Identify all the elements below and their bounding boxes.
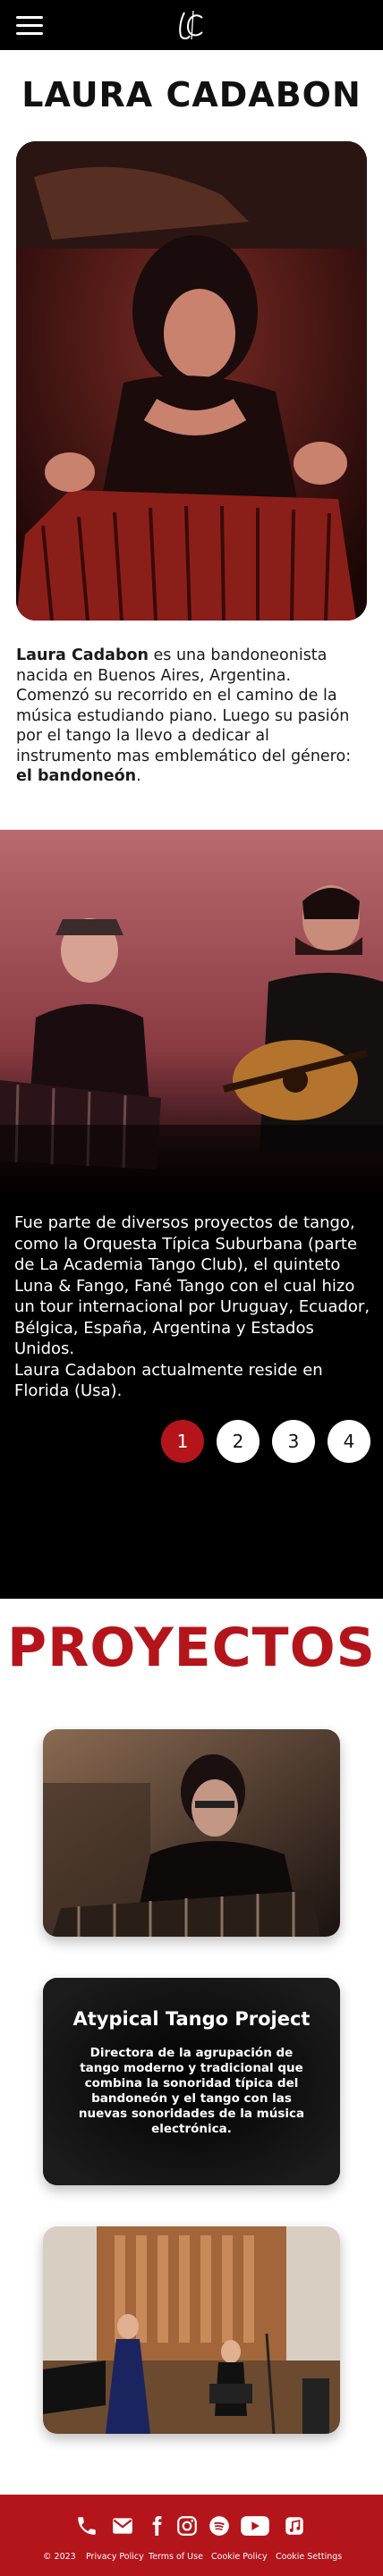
- slider-page-1-button[interactable]: 1: [161, 1420, 204, 1463]
- project-card-portrait[interactable]: [43, 1729, 340, 1937]
- slide-photo-duo: [0, 830, 383, 1196]
- slider-page-3-button[interactable]: 3: [272, 1420, 315, 1463]
- bio-name: Laura Cadabon: [16, 646, 149, 664]
- slide-paragraph-1: Fue parte de diversos proyectos de tango…: [14, 1213, 370, 1358]
- page-title: LAURA CADABON: [21, 75, 362, 114]
- youtube-icon[interactable]: [240, 2514, 270, 2538]
- bio-paragraph: Laura Cadabon es una bandoneonista nacid…: [16, 646, 367, 787]
- cookie-policy-link[interactable]: Cookie Policy: [211, 2552, 268, 2562]
- bio-text-end: .: [136, 767, 141, 785]
- page: LAURA CADABON Laura Cadabon es una bando…: [0, 0, 383, 2576]
- project-card-concert[interactable]: [43, 2226, 340, 2434]
- biography-slider: Fue parte de diversos proyectos de tango…: [0, 830, 383, 1599]
- projects-heading: PROYECTOS: [7, 1617, 376, 1679]
- hero-photo-bandoneonist: [16, 141, 367, 621]
- slide-paragraph-2: Laura Cadabon actualmente reside en Flor…: [14, 1360, 323, 1401]
- music-note-icon[interactable]: [281, 2514, 308, 2538]
- lc-monogram-logo[interactable]: [172, 7, 211, 43]
- privacy-policy-link[interactable]: Privacy Policy: [86, 2552, 144, 2562]
- spotify-icon[interactable]: [206, 2514, 233, 2538]
- project-card-description: Directora de la agrupación de tango mode…: [78, 2046, 305, 2136]
- instagram-icon[interactable]: [174, 2514, 200, 2538]
- footer: © 2023 Privacy Policy Terms of Use Cooki…: [0, 2495, 383, 2576]
- cookie-settings-link[interactable]: Cookie Settings: [276, 2552, 342, 2562]
- project-card-title: Atypical Tango Project: [72, 2008, 311, 2030]
- hamburger-menu-icon[interactable]: [16, 16, 43, 36]
- copyright-text: © 2023: [43, 2552, 76, 2562]
- slider-page-4-button[interactable]: 4: [328, 1420, 370, 1463]
- slider-page-2-button[interactable]: 2: [217, 1420, 260, 1463]
- project-card-atypical-tango[interactable]: Atypical Tango Project Directora de la a…: [43, 1978, 340, 2185]
- phone-icon[interactable]: [73, 2514, 100, 2538]
- email-icon[interactable]: [109, 2514, 136, 2538]
- terms-of-use-link[interactable]: Terms of Use: [149, 2552, 203, 2562]
- facebook-icon[interactable]: [143, 2514, 170, 2538]
- slide-text: Fue parte de diversos proyectos de tango…: [14, 1212, 372, 1402]
- top-navigation-bar: [0, 0, 383, 50]
- bio-emphasis: el bandoneón: [16, 767, 137, 785]
